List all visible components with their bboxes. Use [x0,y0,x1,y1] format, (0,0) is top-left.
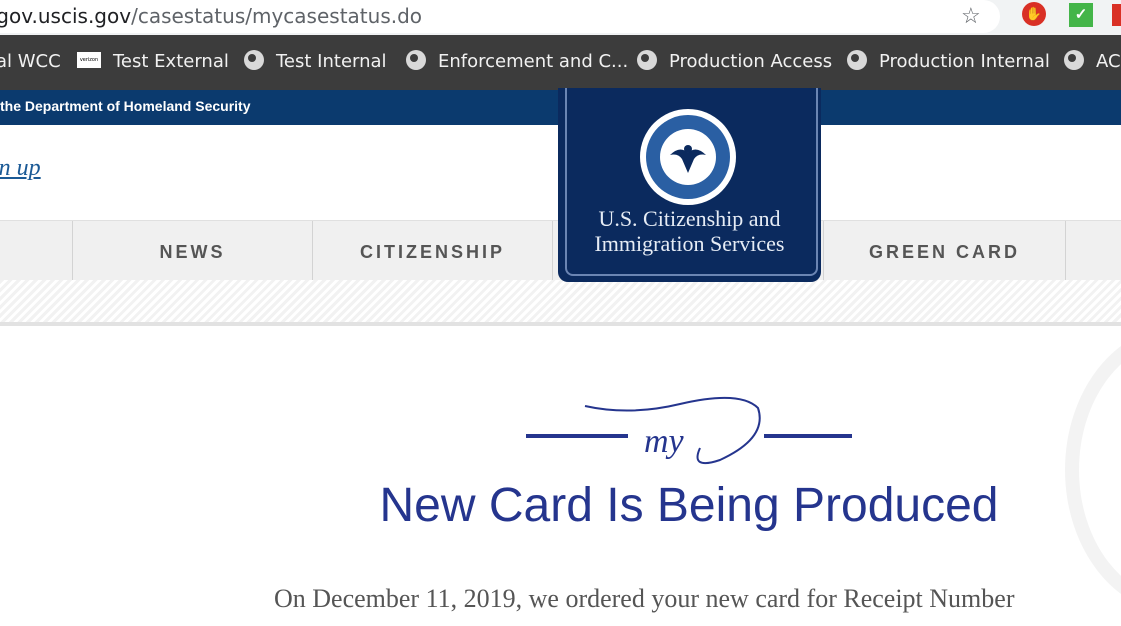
bookmark-label: Production Internal [879,51,1050,72]
seal-watermark [1065,326,1121,614]
bookmarks-bar: al WCC verizon Test External Test Interna… [0,35,1121,90]
my-label: my [644,423,685,460]
globe-icon [637,50,657,70]
bookmark-item[interactable]: verizon Test External [77,35,229,90]
seal-eagle [660,129,716,185]
status-title: New Card Is Being Produced [379,479,999,532]
bookmark-label: Test Internal [276,51,387,72]
extension-icon-partial[interactable] [1112,4,1121,26]
globe-icon [244,50,264,70]
logo-line-2: Immigration Services [594,231,785,256]
nav-citizenship[interactable]: CITIZENSHIP [312,221,552,281]
bookmark-label: al WCC [0,51,61,72]
bookmark-label: Test External [113,51,229,72]
dhs-seal-icon [640,109,736,205]
logo-text: U.S. Citizenship and Immigration Service… [558,206,821,256]
bookmark-label: Production Access [669,51,833,72]
logo-line-1: U.S. Citizenship and [598,206,781,231]
uscis-logo[interactable]: U.S. Citizenship and Immigration Service… [558,88,821,282]
url-path: /casestatus/mycasestatus.do [131,4,423,28]
status-body: On December 11, 2019, we ordered your ne… [274,584,1015,613]
bookmark-item[interactable]: al WCC [0,35,61,90]
nav-green-card[interactable]: GREEN CARD [823,221,1065,281]
bookmark-item[interactable]: Enforcement and C... [406,35,628,90]
signup-link[interactable]: ign up [0,155,41,182]
bookmark-item[interactable]: Production Access [637,35,832,90]
bookmark-star-icon[interactable]: ☆ [961,3,981,29]
address-bar[interactable]: egov.uscis.gov/casestatus/mycasestatus.d… [0,0,1000,33]
bookmark-label: AC [1096,51,1121,72]
url-text[interactable]: egov.uscis.gov/casestatus/mycasestatus.d… [0,4,422,28]
browser-toolbar: egov.uscis.gov/casestatus/mycasestatus.d… [0,0,1121,35]
bookmark-label: Enforcement and C... [438,51,629,72]
decorative-stripe [0,280,1121,326]
nav-news[interactable]: NEWS [72,221,312,281]
url-domain: egov.uscis.gov [0,4,132,28]
bookmark-item[interactable]: Test Internal [244,35,387,90]
my-flourish-icon: my [526,396,852,464]
globe-icon [1064,50,1084,70]
dhs-banner-text: the Department of Homeland Security [0,98,251,114]
bookmark-item[interactable]: Production Internal [847,35,1050,90]
globe-icon [847,50,867,70]
adblock-extension-icon[interactable]: ✋ [1022,2,1046,26]
case-status-content: my New Card Is Being Produced On Decembe… [0,326,1121,626]
verizon-icon: verizon [77,52,101,68]
bookmark-item[interactable]: AC [1064,35,1121,90]
nav-next[interactable] [1065,221,1121,281]
globe-icon [406,50,426,70]
extension-icon[interactable]: ✓ [1069,3,1093,27]
